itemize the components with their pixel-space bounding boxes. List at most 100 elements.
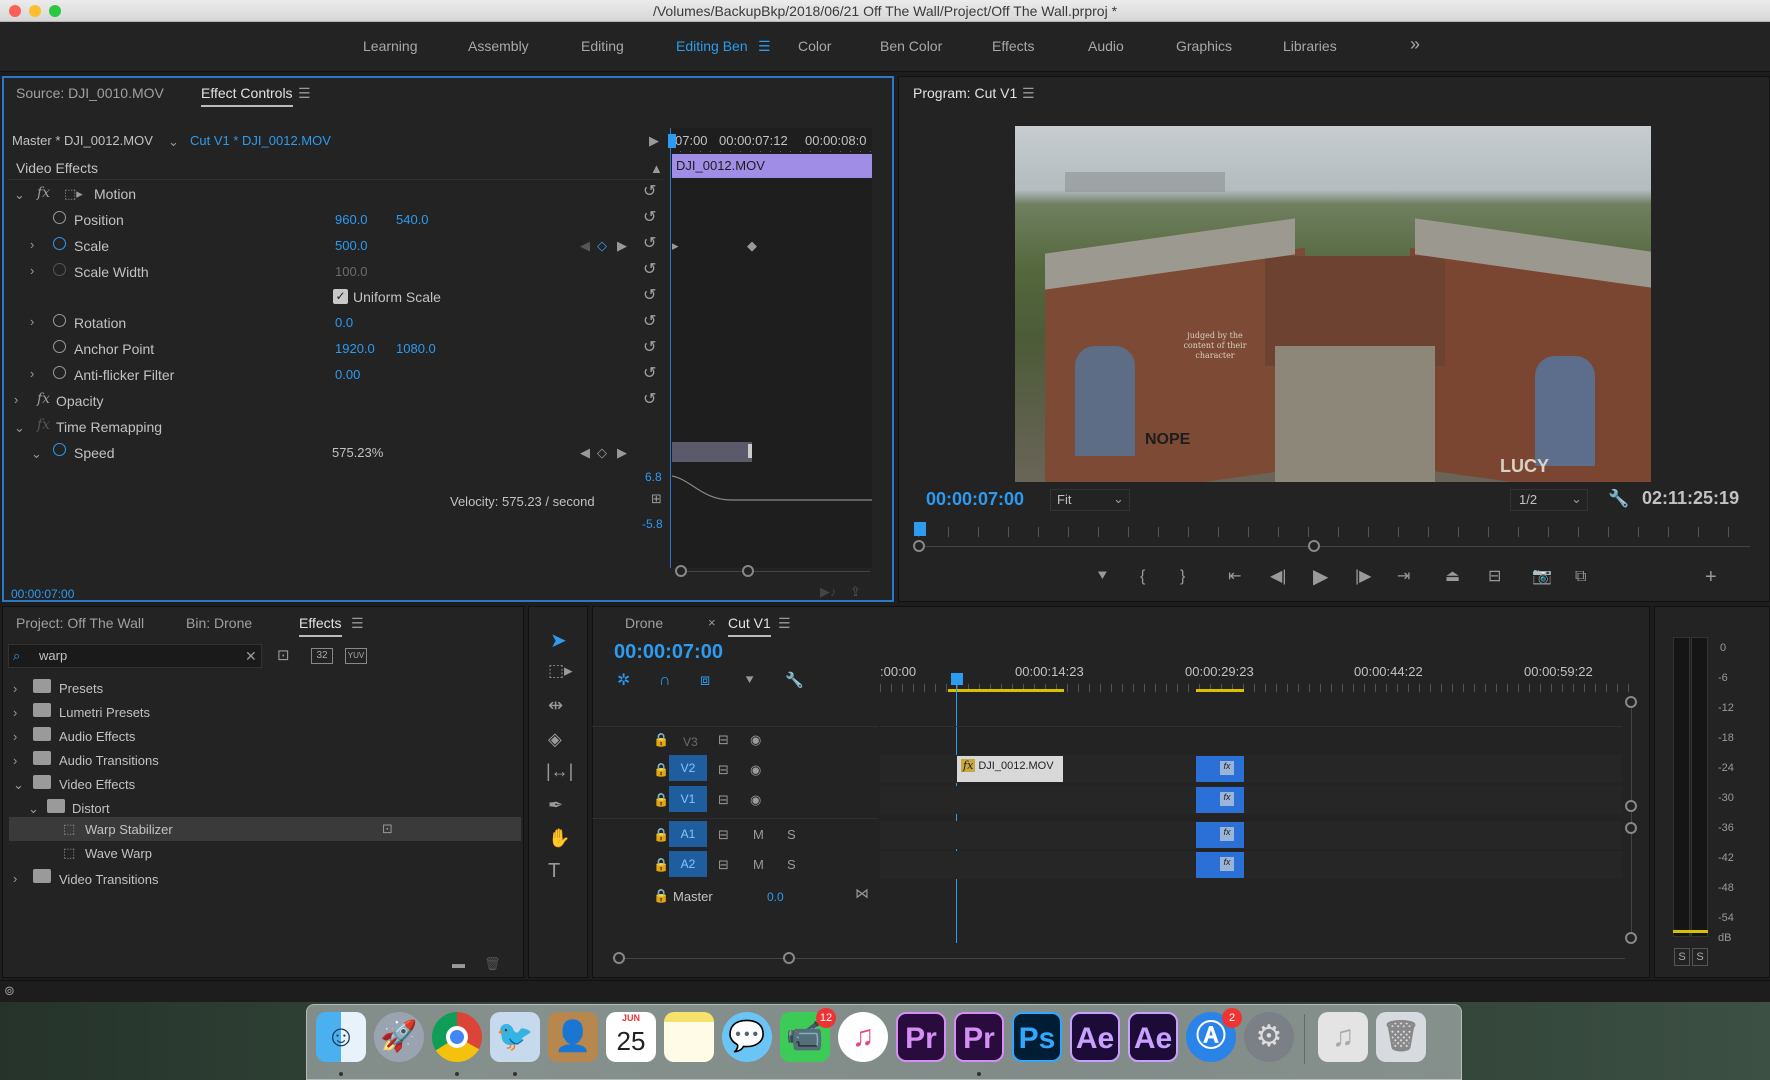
velocity-graph[interactable] (672, 470, 872, 530)
lock-icon[interactable]: 🔒 (653, 858, 669, 871)
play-icon[interactable]: ▶ (1313, 567, 1328, 587)
lock-icon[interactable]: 🔒 (653, 828, 669, 841)
notes-icon[interactable] (664, 1012, 714, 1062)
after-effects-icon[interactable]: Ae (1128, 1012, 1178, 1062)
ec-current-time[interactable]: 00:00:07:00 (11, 587, 74, 601)
next-keyframe-icon[interactable]: ▶ (617, 446, 627, 459)
program-timecode[interactable]: 00:00:07:00 (926, 489, 1024, 510)
position-y-value[interactable]: 540.0 (396, 212, 429, 227)
graph-toggle-icon[interactable]: ⊞ (651, 492, 662, 505)
fx-toggle-icon[interactable]: fx (37, 185, 50, 201)
reset-icon[interactable]: ↺ (643, 311, 656, 331)
fx-toggle-icon[interactable]: fx (37, 391, 50, 407)
tree-warp-stabilizer[interactable]: Warp Stabilizer (85, 822, 173, 837)
nest-toggle-icon[interactable]: ✲ (617, 673, 630, 689)
eye-icon[interactable]: ◉ (750, 733, 761, 746)
ec-clip-bar[interactable]: DJI_0012.MOV (672, 154, 872, 178)
stopwatch-icon[interactable] (53, 366, 66, 379)
timeline-clip-v2-blue[interactable]: fx (1196, 756, 1244, 782)
tree-wave-warp[interactable]: Wave Warp (85, 846, 152, 861)
v-zoom-handle[interactable] (1625, 696, 1637, 708)
expand-icon[interactable]: › (30, 367, 34, 380)
uniform-scale-checkbox[interactable]: ✓ (333, 289, 348, 304)
launchpad-icon[interactable]: 🚀 (374, 1012, 424, 1062)
program-monitor-title[interactable]: Program: Cut V1 (913, 85, 1017, 101)
workspace-graphics[interactable]: Graphics (1176, 38, 1232, 54)
tab-drone[interactable]: Drone (625, 615, 663, 631)
vertical-zoom-track[interactable] (1631, 701, 1632, 939)
after-effects-icon[interactable]: Ae (1070, 1012, 1120, 1062)
expand-icon[interactable]: › (30, 238, 34, 251)
solo-button[interactable]: S (787, 828, 796, 841)
a-zoom-handle[interactable] (1625, 932, 1637, 944)
chevron-down-icon[interactable]: ⌄ (168, 135, 179, 148)
expand-icon[interactable]: › (13, 754, 17, 767)
linked-selection-icon[interactable]: ⧈ (700, 673, 710, 689)
itunes-icon[interactable]: ♫ (838, 1012, 888, 1062)
step-back-icon[interactable]: ◀| (1270, 569, 1286, 585)
horizontal-scroll-track[interactable] (620, 958, 1625, 959)
trash-icon[interactable]: 🗑 (484, 957, 501, 970)
ec-zoom-handle-right[interactable] (742, 565, 754, 577)
selection-tool-icon[interactable]: ➤ (550, 628, 567, 653)
master-clip-label[interactable]: Master * DJI_0012.MOV (12, 133, 153, 148)
lock-icon[interactable]: 🔒 (653, 763, 669, 776)
workspace-audio[interactable]: Audio (1088, 38, 1124, 54)
reset-icon[interactable]: ↺ (643, 207, 656, 227)
play-only-icon[interactable]: ▶ (649, 134, 659, 147)
solo-right-button[interactable]: S (1692, 948, 1708, 966)
anchor-x-value[interactable]: 1920.0 (335, 341, 375, 356)
program-zoom-handle-left[interactable] (913, 540, 925, 552)
timeline-settings-wrench-icon[interactable]: 🔧 (785, 673, 804, 688)
creative-cloud-icon[interactable]: ⊚ (4, 984, 15, 997)
prev-keyframe-icon[interactable]: ◀ (580, 239, 590, 252)
audio-scrub-icon[interactable]: ▶♪ (820, 585, 837, 598)
anchor-y-value[interactable]: 1080.0 (396, 341, 436, 356)
tree-video-transitions[interactable]: Video Transitions (59, 872, 159, 887)
trash-can-icon[interactable]: 🗑 (1376, 1012, 1426, 1062)
minimize-window-button[interactable] (29, 5, 41, 17)
sync-lock-icon[interactable]: ⊟ (718, 763, 729, 776)
tree-video-effects[interactable]: Video Effects (59, 777, 135, 792)
scale-value[interactable]: 500.0 (335, 238, 368, 253)
zoom-select[interactable]: Fit ⌄ (1050, 489, 1130, 511)
tree-distort[interactable]: Distort (72, 801, 110, 816)
photoshop-icon[interactable]: Ps (1012, 1012, 1062, 1062)
timeline-playhead-head[interactable] (951, 673, 963, 685)
export-frame-icon[interactable]: 📷 (1532, 569, 1552, 585)
expand-icon[interactable]: › (14, 393, 18, 406)
program-ruler[interactable] (918, 527, 1750, 537)
razor-tool-icon[interactable]: ◈ (548, 730, 562, 748)
track-v2-target[interactable]: V2 (669, 755, 707, 781)
timeline-clip-a2[interactable]: fx (1196, 852, 1244, 878)
go-to-in-out-icon[interactable]: ⋈ (855, 886, 869, 900)
lock-icon[interactable]: 🔒 (653, 889, 669, 902)
speed-band[interactable] (672, 442, 752, 462)
ec-zoom-handle-left[interactable] (675, 565, 687, 577)
wrench-icon[interactable]: 🔧 (1608, 490, 1629, 507)
expand-icon[interactable]: › (13, 730, 17, 743)
clear-search-icon[interactable]: ✕ (245, 649, 257, 663)
expand-icon[interactable]: › (13, 682, 17, 695)
expand-icon[interactable]: › (13, 872, 17, 885)
tree-lumetri-presets[interactable]: Lumetri Presets (59, 705, 150, 720)
speed-value[interactable]: 575.23% (332, 445, 383, 460)
chrome-icon[interactable] (432, 1012, 482, 1062)
tab-cut-v1[interactable]: Cut V1 (728, 615, 771, 637)
reset-icon[interactable]: ↺ (643, 285, 656, 305)
add-marker-icon[interactable]: ⯆ (744, 673, 755, 687)
eye-icon[interactable]: ◉ (750, 793, 761, 806)
eye-icon[interactable]: ◉ (750, 763, 761, 776)
panel-menu-icon[interactable]: ☰ (1022, 86, 1035, 100)
premiere-icon[interactable]: Pr (954, 1012, 1004, 1062)
chevron-down-icon[interactable]: ⌄ (14, 421, 25, 434)
tab-source[interactable]: Source: DJI_0010.MOV (16, 85, 164, 101)
a-zoom-handle[interactable] (1625, 822, 1637, 834)
export-icon[interactable]: ⇪ (850, 585, 861, 598)
effects-search-field[interactable]: ⌕ warp ✕ (8, 644, 262, 668)
go-to-out-icon[interactable]: ⇥ (1397, 569, 1410, 585)
program-playhead[interactable] (914, 522, 926, 536)
chevron-down-icon[interactable]: ⌄ (13, 778, 24, 791)
go-to-in-icon[interactable]: ⇤ (1228, 569, 1241, 585)
next-keyframe-icon[interactable]: ▶ (617, 239, 627, 252)
